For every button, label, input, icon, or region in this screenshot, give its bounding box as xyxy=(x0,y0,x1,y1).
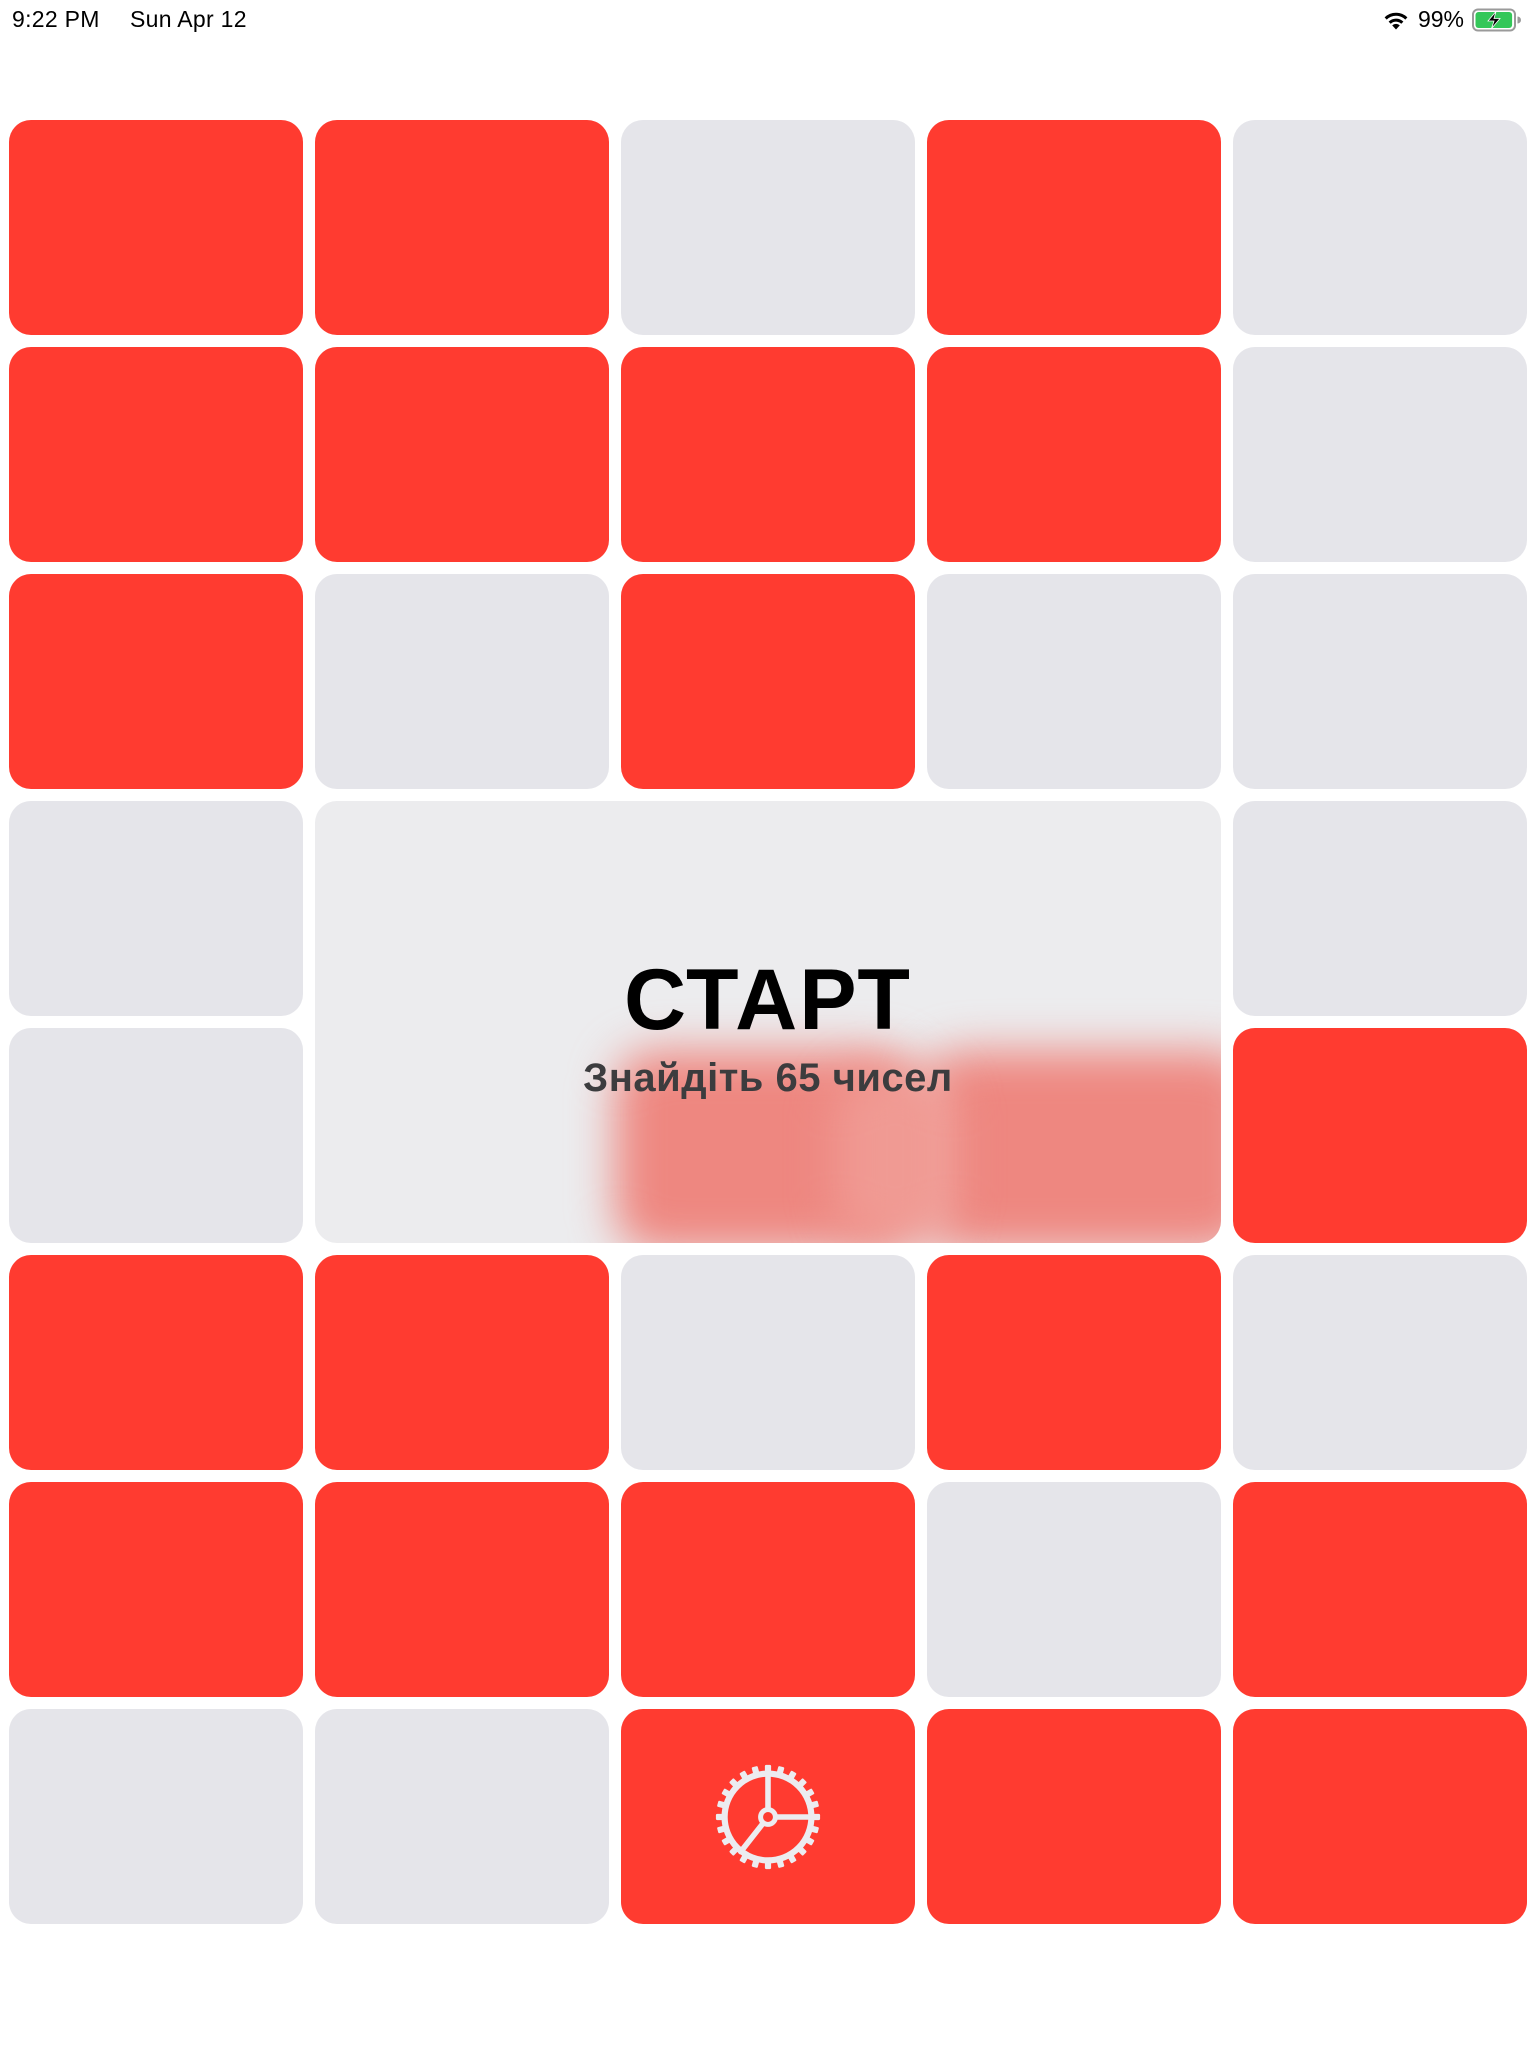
grid-tile[interactable] xyxy=(315,347,609,562)
grid-tile[interactable] xyxy=(9,347,303,562)
grid-tile[interactable] xyxy=(9,801,303,1016)
grid-tile[interactable] xyxy=(927,1255,1221,1470)
status-bar: 9:22 PM Sun Apr 12 99% xyxy=(0,0,1536,40)
battery-percent: 99% xyxy=(1417,6,1464,32)
status-date: Sun Apr 12 xyxy=(130,6,247,32)
grid-tile[interactable] xyxy=(1233,1028,1527,1243)
grid-tile[interactable] xyxy=(315,1709,609,1924)
grid-tile[interactable] xyxy=(1233,574,1527,789)
grid-tile[interactable] xyxy=(9,1709,303,1924)
wifi-icon xyxy=(1384,12,1408,29)
grid-tile[interactable] xyxy=(927,120,1221,335)
grid-tile[interactable] xyxy=(9,1028,303,1243)
grid-tile[interactable] xyxy=(315,1255,609,1470)
start-subtitle: Знайдіть 65 чисел xyxy=(583,1056,953,1100)
grid-tile[interactable] xyxy=(315,120,609,335)
settings-button[interactable] xyxy=(621,1709,915,1924)
grid-tile[interactable] xyxy=(1233,120,1527,335)
status-indicators: 99% xyxy=(1382,6,1522,33)
grid-tile[interactable] xyxy=(621,574,915,789)
grid-tile[interactable] xyxy=(1233,1255,1527,1470)
grid-tile[interactable] xyxy=(9,120,303,335)
grid-tile[interactable] xyxy=(1233,1482,1527,1697)
grid-tile[interactable] xyxy=(927,574,1221,789)
grid-tile[interactable] xyxy=(621,120,915,335)
grid-tile[interactable] xyxy=(1233,347,1527,562)
grid-tile[interactable] xyxy=(927,1482,1221,1697)
grid-tile[interactable] xyxy=(9,1482,303,1697)
grid-tile[interactable] xyxy=(621,1255,915,1470)
number-grid: СТАРТ Знайдіть 65 чисел xyxy=(9,120,1527,1928)
status-time: 9:22 PM xyxy=(12,6,100,32)
grid-tile[interactable] xyxy=(9,1255,303,1470)
start-overlay[interactable]: СТАРТ Знайдіть 65 чисел xyxy=(315,801,1221,1243)
grid-tile[interactable] xyxy=(621,347,915,562)
grid-tile[interactable] xyxy=(927,347,1221,562)
gear-icon xyxy=(715,1764,821,1869)
grid-tile[interactable] xyxy=(1233,801,1527,1016)
grid-tile[interactable] xyxy=(9,574,303,789)
battery-charging-icon xyxy=(1472,8,1521,31)
grid-tile[interactable] xyxy=(927,1709,1221,1924)
grid-tile[interactable] xyxy=(621,1482,915,1697)
start-title: СТАРТ xyxy=(624,952,912,1048)
grid-tile[interactable] xyxy=(1233,1709,1527,1924)
grid-tile[interactable] xyxy=(315,574,609,789)
grid-tile[interactable] xyxy=(315,1482,609,1697)
